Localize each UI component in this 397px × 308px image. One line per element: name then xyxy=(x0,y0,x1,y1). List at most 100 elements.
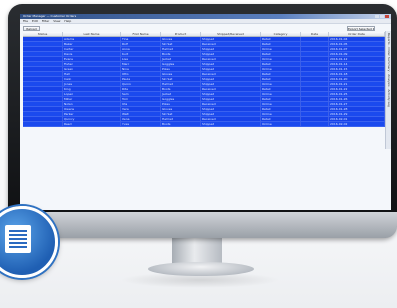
table-cell: 2016-01-05 xyxy=(329,42,385,46)
table-cell: Evans xyxy=(63,57,121,61)
table-cell: Online xyxy=(261,57,301,61)
table-cell: Goggles xyxy=(161,62,201,66)
reload-button[interactable]: Reload xyxy=(23,26,40,31)
table-cell: Shipped xyxy=(201,107,261,111)
table-cell: Shipped xyxy=(201,97,261,101)
column-header[interactable]: Category xyxy=(261,32,301,36)
table-cell: Kurt xyxy=(121,52,161,56)
monitor-frame: Order Manager — Customer Orders File Edi… xyxy=(8,4,397,238)
column-header[interactable]: Last Name xyxy=(63,32,121,36)
table-cell: Online xyxy=(261,122,301,126)
table-cell: 2016-01-18 xyxy=(329,72,385,76)
table-cell: Retail xyxy=(261,97,301,101)
column-header[interactable]: Product xyxy=(161,32,201,36)
window-controls xyxy=(375,15,389,18)
table-cell xyxy=(23,97,63,101)
table-cell xyxy=(301,112,329,116)
table-cell: 2016-01-15 xyxy=(329,67,385,71)
table-cell: 2016-01-26 xyxy=(329,97,385,101)
side-panel-label: Reports · Order Summary · Analysis · Act… xyxy=(387,33,391,107)
table-cell xyxy=(23,67,63,71)
table-cell: Goggles xyxy=(161,97,201,101)
table-body: Adams Tina Gloves Shipped Retail 2016-01-04 Ba… xyxy=(23,37,385,127)
table-cell: 2016-01-09 xyxy=(329,52,385,56)
table-cell: Online xyxy=(261,47,301,51)
table-row[interactable]: Reed Yves Boots Shipped Online 2016-02-02 xyxy=(23,122,385,127)
table-cell: Shipped xyxy=(201,47,261,51)
table-cell: Retail xyxy=(261,77,301,81)
table-cell: Parker xyxy=(63,112,121,116)
table-cell xyxy=(301,57,329,61)
table-cell xyxy=(301,72,329,76)
table-cell: 2016-01-21 xyxy=(329,82,385,86)
table-cell: Poles xyxy=(161,67,201,71)
menu-file[interactable]: File xyxy=(23,19,28,23)
column-header[interactable]: Status xyxy=(23,32,63,36)
table-cell: 2016-01-04 xyxy=(329,37,385,41)
table-cell: Green xyxy=(63,67,121,71)
table-cell: Quinn xyxy=(121,82,161,86)
close-icon[interactable] xyxy=(385,15,389,18)
table-cell: Carter xyxy=(63,47,121,51)
menu-filter[interactable]: Filter xyxy=(42,19,49,23)
side-panel-tab[interactable]: Reports · Order Summary · Analysis · Act… xyxy=(385,31,391,149)
table-cell: Boots xyxy=(161,122,201,126)
orders-table: Status Last Name First Name Product Shipped/… xyxy=(23,32,385,127)
menu-help[interactable]: Help xyxy=(64,19,71,23)
document-icon xyxy=(5,225,31,253)
export-button[interactable]: Export Selected Rows xyxy=(347,26,375,31)
table-cell: Yves xyxy=(121,122,161,126)
menu-edit[interactable]: Edit xyxy=(32,19,38,23)
table-cell xyxy=(301,77,329,81)
table-cell xyxy=(23,62,63,66)
menu-view[interactable]: View xyxy=(53,19,60,23)
table-cell: 2016-01-07 xyxy=(329,47,385,51)
maximize-icon[interactable] xyxy=(380,15,384,18)
table-cell: Retail xyxy=(261,52,301,56)
table-cell: Walt xyxy=(121,112,161,116)
table-cell: Nolan xyxy=(63,102,121,106)
table-cell: 2016-01-27 xyxy=(329,102,385,106)
table-cell: Retail xyxy=(261,37,301,41)
table-cell: Shipped xyxy=(201,122,261,126)
column-header[interactable]: Date xyxy=(301,32,329,36)
column-header[interactable]: Order Date xyxy=(329,32,385,36)
table-cell: Shipped xyxy=(201,112,261,116)
table-cell xyxy=(23,102,63,106)
table-cell xyxy=(23,107,63,111)
table-cell xyxy=(301,42,329,46)
table-cell xyxy=(301,102,329,106)
table-cell: Shipped xyxy=(201,82,261,86)
minimize-icon[interactable] xyxy=(375,15,379,18)
table-cell xyxy=(301,122,329,126)
table-cell: Received xyxy=(201,72,261,76)
window-title: Order Manager — Customer Orders xyxy=(23,14,77,18)
table-cell: Sam xyxy=(121,92,161,96)
table-cell: Tom xyxy=(121,97,161,101)
table-cell: Paula xyxy=(121,77,161,81)
table-cell: Boots xyxy=(161,87,201,91)
table-cell xyxy=(23,117,63,121)
table-cell xyxy=(301,52,329,56)
column-header[interactable]: Shipped/Received xyxy=(201,32,261,36)
table-cell xyxy=(301,37,329,41)
table-cell: Gloves xyxy=(161,107,201,111)
table-cell: 2016-01-29 xyxy=(329,112,385,116)
table-cell xyxy=(23,37,63,41)
table-cell: Shipped xyxy=(201,52,261,56)
table-cell: Online xyxy=(261,67,301,71)
table-cell xyxy=(23,72,63,76)
table-cell: Shipped xyxy=(201,92,261,96)
table-cell: Retail xyxy=(261,107,301,111)
table-cell: Shipped xyxy=(201,77,261,81)
table-cell: Nina xyxy=(121,67,161,71)
table-cell: 2016-01-28 xyxy=(329,107,385,111)
table-cell: 2016-02-01 xyxy=(329,117,385,121)
table-cell: Miller xyxy=(63,97,121,101)
table-cell xyxy=(301,82,329,86)
table-cell: Xena xyxy=(121,117,161,121)
table-cell: Lopez xyxy=(63,92,121,96)
table-cell: Gloves xyxy=(161,37,201,41)
table-cell: Ski Set xyxy=(161,77,201,81)
column-header[interactable]: First Name xyxy=(121,32,161,36)
